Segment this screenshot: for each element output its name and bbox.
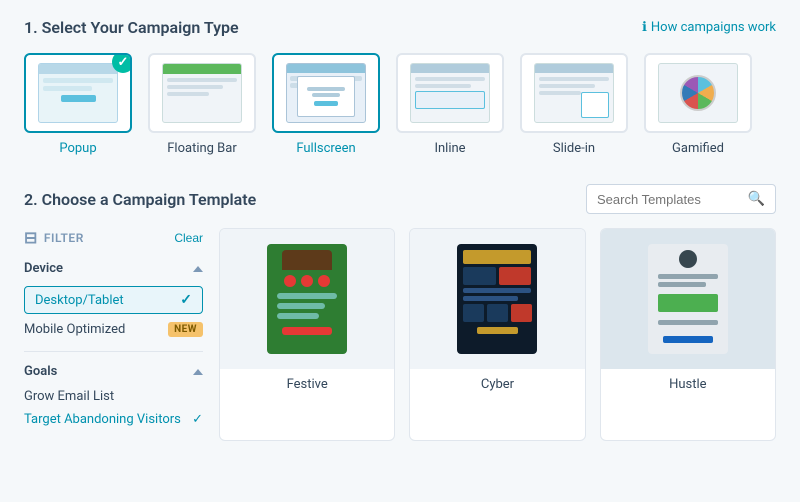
inline-label: Inline [434, 141, 465, 156]
device-chevron-up-icon [193, 266, 203, 272]
new-badge: NEW [168, 322, 203, 337]
filter-label-text: FILTER [44, 231, 84, 245]
campaign-type-floating-bar-card [148, 53, 256, 133]
how-campaigns-work-label: How campaigns work [651, 20, 776, 35]
campaign-type-inline-card [396, 53, 504, 133]
goal-option-email-label: Grow Email List [24, 389, 114, 404]
search-templates-container: 🔍 [586, 184, 776, 214]
campaign-type-fullscreen[interactable]: Fullscreen [272, 53, 380, 156]
filter-sidebar: ⊟ FILTER Clear Device Desktop/Tablet ✓ M… [24, 228, 219, 441]
festive-illustration [267, 244, 347, 354]
campaign-type-popup-card: ✓ [24, 53, 132, 133]
slide-in-illustration [534, 63, 614, 123]
campaign-type-floating-bar[interactable]: Floating Bar [148, 53, 256, 156]
cyber-illustration [457, 244, 537, 354]
filter-divider [24, 351, 203, 352]
info-icon: ℹ [642, 20, 647, 35]
device-filter-title: Device [24, 261, 63, 276]
filter-clear-button[interactable]: Clear [174, 231, 203, 245]
filter-label-container: ⊟ FILTER [24, 228, 84, 247]
fullscreen-illustration [286, 63, 366, 123]
device-option-mobile-row: Mobile Optimized NEW [24, 322, 203, 337]
campaign-type-slide-in[interactable]: Slide-in [520, 53, 628, 156]
template-preview-hustle [601, 229, 775, 369]
goal-check-icon: ✓ [192, 412, 203, 427]
device-option-mobile-label: Mobile Optimized [24, 322, 125, 337]
template-name-hustle: Hustle [601, 369, 775, 400]
filter-icon: ⊟ [24, 228, 38, 247]
floating-bar-label: Floating Bar [167, 141, 237, 156]
popup-illustration [38, 63, 118, 123]
device-check-icon: ✓ [180, 292, 192, 308]
campaign-type-fullscreen-card [272, 53, 380, 133]
campaign-type-gamified[interactable]: Gamified [644, 53, 752, 156]
template-preview-cyber [410, 229, 584, 369]
goals-chevron-up-icon [193, 369, 203, 375]
search-templates-input[interactable] [597, 192, 740, 207]
templates-grid: Festive [219, 228, 776, 441]
device-filter-section: Device Desktop/Tablet ✓ Mobile Optimized… [24, 261, 203, 337]
slide-in-label: Slide-in [553, 141, 595, 156]
template-name-cyber: Cyber [410, 369, 584, 400]
hustle-illustration [648, 244, 728, 354]
goal-option-abandoning-label: Target Abandoning Visitors [24, 412, 181, 427]
section2-title: 2. Choose a Campaign Template [24, 190, 256, 209]
popup-label: Popup [59, 141, 96, 156]
gamified-illustration [658, 63, 738, 123]
goal-option-abandoning[interactable]: Target Abandoning Visitors ✓ [24, 412, 203, 427]
template-card-festive[interactable]: Festive [219, 228, 395, 441]
inline-illustration [410, 63, 490, 123]
template-name-festive: Festive [220, 369, 394, 400]
campaign-type-slide-in-card [520, 53, 628, 133]
how-campaigns-work-link[interactable]: ℹ How campaigns work [642, 20, 776, 35]
device-filter-header[interactable]: Device [24, 261, 203, 276]
goals-filter-title: Goals [24, 364, 57, 379]
gamified-label: Gamified [672, 141, 724, 156]
floating-bar-illustration [162, 63, 242, 123]
template-card-cyber[interactable]: Cyber [409, 228, 585, 441]
fullscreen-label: Fullscreen [296, 141, 355, 156]
goal-option-email[interactable]: Grow Email List [24, 389, 203, 404]
device-option-desktop-label: Desktop/Tablet [35, 293, 124, 308]
selected-checkmark: ✓ [112, 53, 132, 73]
goals-filter-header[interactable]: Goals [24, 364, 203, 379]
device-option-desktop[interactable]: Desktop/Tablet ✓ [24, 286, 203, 314]
section1-title: 1. Select Your Campaign Type [24, 18, 239, 37]
template-preview-festive [220, 229, 394, 369]
search-icon: 🔍 [748, 191, 765, 207]
campaign-type-list: ✓ Popup [24, 53, 776, 156]
goals-filter-section: Goals Grow Email List Target Abandoning … [24, 364, 203, 427]
template-card-hustle[interactable]: Hustle [600, 228, 776, 441]
campaign-type-inline[interactable]: Inline [396, 53, 504, 156]
campaign-type-gamified-card [644, 53, 752, 133]
campaign-type-popup[interactable]: ✓ Popup [24, 53, 132, 156]
